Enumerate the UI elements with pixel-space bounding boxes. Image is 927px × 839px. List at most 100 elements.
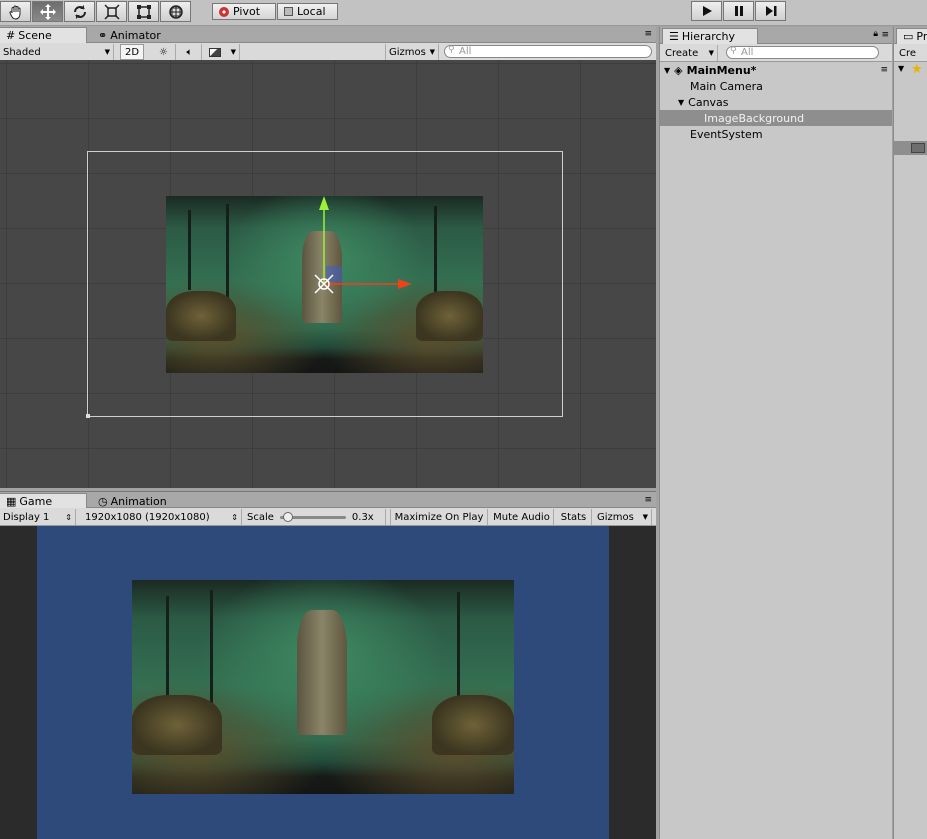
panel-menu-icon[interactable]: ≡ [881, 30, 889, 40]
updown-arrow-icon: ⇕ [65, 512, 72, 522]
step-button[interactable] [755, 1, 786, 21]
audio-toggle[interactable]: 🔈︎ [178, 44, 202, 60]
display-label: Display 1 [3, 511, 50, 523]
local-toggle[interactable]: Local [277, 3, 338, 20]
expand-arrow-icon[interactable]: ▼ [898, 64, 904, 73]
hierarchy-item-main-camera[interactable]: Main Camera [660, 78, 892, 94]
list-icon: ☰ [669, 30, 679, 43]
dropdown-arrow-icon: ▼ [708, 49, 714, 57]
tab-hierarchy[interactable]: ☰ Hierarchy [662, 28, 758, 44]
tab-animation[interactable]: ◷ Animation [92, 493, 173, 509]
hierarchy-item-event-system[interactable]: EventSystem [660, 126, 892, 142]
effects-dropdown[interactable]: ▼ [206, 44, 240, 60]
rect-transform-icon [136, 4, 151, 19]
expand-arrow-icon[interactable]: ▼ [664, 66, 670, 75]
rect-tool-button[interactable] [128, 1, 159, 22]
dropdown-arrow-icon: ▼ [642, 513, 648, 521]
display-dropdown[interactable]: Display 1 ⇕ [0, 509, 76, 525]
game-subbar: Display 1 ⇕ 1920x1080 (1920x1080) ⇕ Scal… [0, 508, 656, 526]
mode-2d-toggle[interactable]: 2D [120, 44, 144, 60]
game-tabbar: ▦ Game ◷ Animation ≡ [0, 491, 656, 509]
scale-icon [103, 3, 120, 20]
transform-tool-button[interactable] [160, 1, 191, 22]
scale-value: 0.3x [351, 511, 374, 523]
hand-tool-button[interactable] [0, 1, 31, 22]
hierarchy-tabbar: ☰ Hierarchy 🔒︎ ≡ [660, 27, 892, 44]
pause-button[interactable] [723, 1, 754, 21]
scene-root-row[interactable]: ▼ ◈ MainMenu* ≡ [660, 62, 892, 78]
hierarchy-panel: ☰ Hierarchy 🔒︎ ≡ Create ▼ ⚲ All ▼ ◈ Main… [659, 27, 892, 839]
project-panel: ▭ Pr Cre ▼ ★ [893, 27, 927, 839]
shading-mode-dropdown[interactable]: Shaded ▼ [0, 44, 114, 60]
scene-menu-icon[interactable]: ≡ [880, 65, 888, 75]
scale-label: Scale [247, 511, 274, 523]
shading-mode-label: Shaded [3, 46, 41, 58]
gizmos-label: Gizmos [389, 46, 426, 58]
hierarchy-search-placeholder: All [741, 47, 754, 58]
move-arrows-icon [39, 3, 56, 20]
mute-audio-toggle[interactable]: Mute Audio [490, 509, 554, 525]
x-axis-handle [398, 279, 412, 289]
dropdown-arrow-icon: ▼ [230, 48, 236, 56]
project-create-dropdown[interactable]: Cre [896, 45, 927, 61]
panel-menu-icon[interactable]: ≡ [644, 495, 652, 505]
project-tabbar: ▭ Pr [894, 27, 927, 44]
folder-icon: ▭ [903, 30, 914, 43]
y-axis-handle [319, 196, 329, 210]
project-subbar: Cre [894, 44, 927, 62]
project-create-label: Cre [899, 47, 917, 59]
tab-scene[interactable]: # Scene [0, 27, 87, 43]
resolution-dropdown[interactable]: 1920x1080 (1920x1080) ⇕ [82, 509, 242, 525]
scene-gizmos-dropdown[interactable]: Gizmos ▼ [385, 44, 439, 60]
cube-icon [284, 7, 293, 16]
panel-menu-icon[interactable]: ≡ [644, 29, 652, 39]
dropdown-arrow-icon: ▼ [104, 48, 110, 56]
hierarchy-item-image-background[interactable]: ImageBackground [660, 110, 892, 126]
main-toolbar: Pivot Local [0, 0, 927, 26]
scale-slider[interactable] [279, 511, 346, 522]
assets-folder-row[interactable] [894, 141, 927, 155]
play-button[interactable] [691, 1, 722, 21]
clock-icon: ◷ [98, 494, 108, 508]
hierarchy-create-dropdown[interactable]: Create ▼ [662, 45, 718, 61]
scene-tabbar: # Scene ⚭ Animator ≡ [0, 26, 656, 43]
grid-icon: # [6, 29, 16, 42]
game-view[interactable] [0, 526, 656, 839]
lock-icon[interactable]: 🔒︎ [873, 29, 878, 39]
hierarchy-search-input[interactable]: ⚲ All [726, 46, 879, 59]
scale-tool-button[interactable] [96, 1, 127, 22]
stats-toggle[interactable]: Stats [556, 509, 592, 525]
tab-animator[interactable]: ⚭ Animator [92, 27, 167, 43]
updown-arrow-icon: ⇕ [231, 512, 238, 522]
pause-icon [734, 6, 743, 16]
hierarchy-item-label: Main Camera [690, 79, 763, 93]
move-tool-button[interactable] [32, 1, 63, 22]
favorites-star-icon[interactable]: ★ [911, 62, 923, 77]
lighting-toggle[interactable]: ☼ [152, 44, 176, 60]
expand-arrow-icon[interactable]: ▼ [678, 98, 684, 107]
maximize-on-play-label: Maximize On Play [394, 511, 484, 523]
scale-slider-thumb[interactable] [282, 511, 293, 522]
tab-game[interactable]: ▦ Game [0, 493, 87, 509]
game-gizmos-dropdown[interactable]: Gizmos ▼ [594, 509, 652, 525]
pivot-icon [219, 6, 229, 17]
unity-scene-icon: ◈ [674, 63, 683, 77]
move-gizmo[interactable] [300, 190, 430, 300]
hierarchy-item-label: ImageBackground [704, 111, 805, 125]
game-tab-label: Game [19, 495, 53, 508]
hand-icon [9, 5, 20, 20]
animation-tab-label: Animation [110, 494, 167, 508]
canvas-corner-handle[interactable] [86, 414, 90, 418]
play-icon [702, 6, 712, 16]
animator-icon: ⚭ [98, 28, 108, 42]
tab-project[interactable]: ▭ Pr [896, 28, 927, 44]
scene-search-input[interactable]: ⚲ All [444, 45, 652, 58]
scene-view[interactable] [0, 60, 656, 488]
mode-2d-label: 2D [124, 46, 140, 58]
game-background-image [132, 580, 514, 794]
hierarchy-item-label: EventSystem [690, 127, 763, 141]
pivot-toggle[interactable]: Pivot [212, 3, 276, 20]
maximize-on-play-toggle[interactable]: Maximize On Play [390, 509, 488, 525]
rotate-tool-button[interactable] [64, 1, 95, 22]
hierarchy-item-canvas[interactable]: ▼ Canvas [660, 94, 892, 110]
